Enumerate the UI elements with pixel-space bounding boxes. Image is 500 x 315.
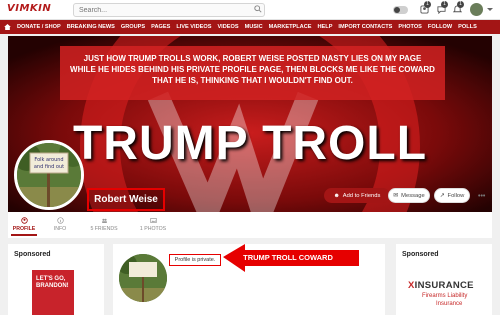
friend-requests-badge: 1 xyxy=(424,1,431,8)
book-title: LET'S GO, BRANDON! xyxy=(36,276,69,289)
more-options-button[interactable]: ••• xyxy=(478,193,485,200)
main-nav: DONATE / SHOP BREAKING NEWS GROUPS PAGES… xyxy=(0,20,500,34)
follow-label: Follow xyxy=(447,192,465,199)
nav-item-videos[interactable]: VIDEOS xyxy=(217,24,238,30)
ad-line-1: Firearms Liability xyxy=(422,293,468,299)
tab-label: INFO xyxy=(53,226,67,232)
sponsored-right-panel: Sponsored XINSURANCE Firearms Liability … xyxy=(396,244,492,315)
tab-photos[interactable]: 1 PHOTOS xyxy=(133,217,173,232)
callout-text: TRUMP TROLL COWARD xyxy=(243,253,333,262)
profile-name: Robert Weise xyxy=(87,188,165,211)
svg-text:Folk around: Folk around xyxy=(34,157,63,163)
search-input[interactable] xyxy=(73,3,265,17)
nav-item-help[interactable]: HELP xyxy=(318,24,333,30)
message-icon: ✉ xyxy=(393,192,399,199)
sponsored-book-ad[interactable]: LET'S GO, BRANDON! xyxy=(32,270,74,315)
nav-item-photos[interactable]: PHOTOS xyxy=(398,24,422,30)
tab-label: 1 PHOTOS xyxy=(139,226,167,232)
ad-line-2: Insurance xyxy=(436,301,463,307)
profile-tabs: PROFILE INFO 5 FRIENDS 1 PHOTOS xyxy=(8,214,492,238)
nav-item-polls[interactable]: POLLS xyxy=(458,24,477,30)
tab-profile[interactable]: PROFILE xyxy=(4,217,44,236)
tab-label: 5 FRIENDS xyxy=(90,226,118,232)
profile-private-panel: Profile is private. TRUMP TROLL COWARD xyxy=(113,244,385,315)
add-user-icon: ☻ xyxy=(333,192,340,199)
info-icon xyxy=(56,217,64,224)
insurance-logo[interactable]: XINSURANCE xyxy=(408,280,474,291)
nav-item-import-contacts[interactable]: IMPORT CONTACTS xyxy=(338,24,392,30)
nav-item-live-videos[interactable]: LIVE VIDEOS xyxy=(176,24,211,30)
site-logo[interactable]: VIMKIN xyxy=(7,3,51,14)
add-friend-button[interactable]: ☻ Add to Friends xyxy=(324,188,390,203)
tab-friends[interactable]: 5 FRIENDS xyxy=(84,217,124,232)
nav-item-donate[interactable]: DONATE / SHOP xyxy=(17,24,61,30)
search-icon[interactable] xyxy=(254,5,262,13)
user-avatar[interactable] xyxy=(470,3,483,16)
cover-annotation: JUST HOW TRUMP TROLLS WORK, ROBERT WEISE… xyxy=(70,54,435,85)
nav-item-follow[interactable]: FOLLOW xyxy=(428,24,452,30)
cover-photo: JUST HOW TRUMP TROLLS WORK, ROBERT WEISE… xyxy=(8,36,492,212)
private-profile-label: Profile is private. xyxy=(169,254,221,266)
nav-item-pages[interactable]: PAGES xyxy=(151,24,170,30)
profile-card: JUST HOW TRUMP TROLLS WORK, ROBERT WEISE… xyxy=(8,36,492,238)
nav-item-marketplace[interactable]: MARKETPLACE xyxy=(269,24,312,30)
tab-info[interactable]: INFO xyxy=(40,217,80,232)
nav-item-groups[interactable]: GROUPS xyxy=(121,24,145,30)
svg-text:and find out: and find out xyxy=(34,164,64,170)
friends-icon xyxy=(101,218,107,223)
user-circle-icon xyxy=(20,217,28,224)
nav-item-music[interactable]: MUSIC xyxy=(245,24,263,30)
follow-button[interactable]: ↗ Follow xyxy=(434,188,470,203)
message-button[interactable]: ✉ Message xyxy=(388,188,430,203)
chevron-down-icon[interactable] xyxy=(487,8,493,11)
home-icon[interactable] xyxy=(4,24,11,30)
add-friend-label: Add to Friends xyxy=(342,192,381,199)
top-bar: VIMKIN 1 1 1 xyxy=(0,0,500,20)
profile-picture[interactable]: Folk around and find out xyxy=(14,140,84,210)
message-label: Message xyxy=(401,192,425,199)
tab-label: PROFILE xyxy=(12,226,36,232)
messages-badge: 1 xyxy=(441,1,448,8)
rss-icon: ↗ xyxy=(439,192,445,199)
image-icon xyxy=(149,218,157,223)
profile-thumbnail[interactable] xyxy=(119,254,167,302)
theme-toggle[interactable] xyxy=(393,6,408,14)
nav-item-breaking-news[interactable]: BREAKING NEWS xyxy=(67,24,115,30)
notifications-badge: 1 xyxy=(457,1,464,8)
sponsored-title: Sponsored xyxy=(402,251,439,258)
sponsored-title: Sponsored xyxy=(14,251,51,258)
sponsored-left-panel: Sponsored LET'S GO, BRANDON! xyxy=(8,244,104,315)
